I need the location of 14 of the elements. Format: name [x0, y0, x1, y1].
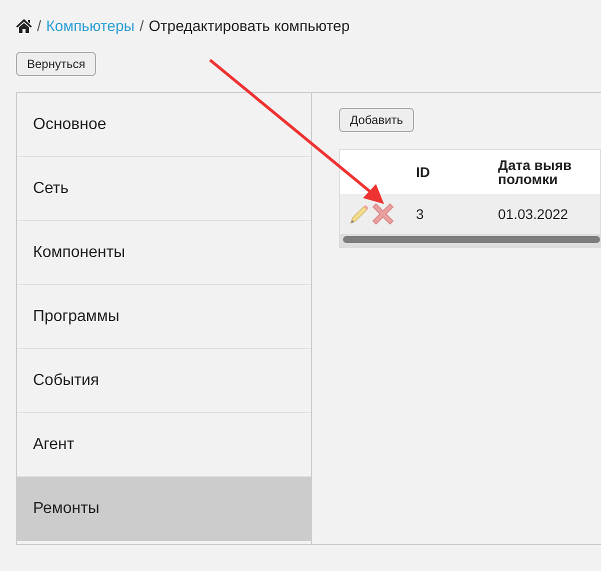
table-cell: 3: [415, 194, 497, 234]
table-cell: 01.03.2022: [497, 194, 600, 234]
breadcrumb-separator: /: [37, 18, 42, 34]
breadcrumb-separator: /: [140, 18, 144, 34]
breadcrumb-current: Отредактировать компьютер: [148, 18, 350, 34]
delete-icon[interactable]: [372, 203, 394, 225]
pencil-icon[interactable]: [348, 203, 370, 225]
add-button[interactable]: Добавить: [339, 108, 414, 132]
column-header: Дата выяв поломки: [497, 150, 600, 194]
sidebar-item[interactable]: Ремонты: [17, 477, 311, 541]
back-button[interactable]: Вернуться: [16, 52, 96, 76]
scrollbar[interactable]: [340, 234, 600, 247]
home-icon[interactable]: [16, 19, 32, 33]
column-header: ID: [415, 150, 497, 194]
